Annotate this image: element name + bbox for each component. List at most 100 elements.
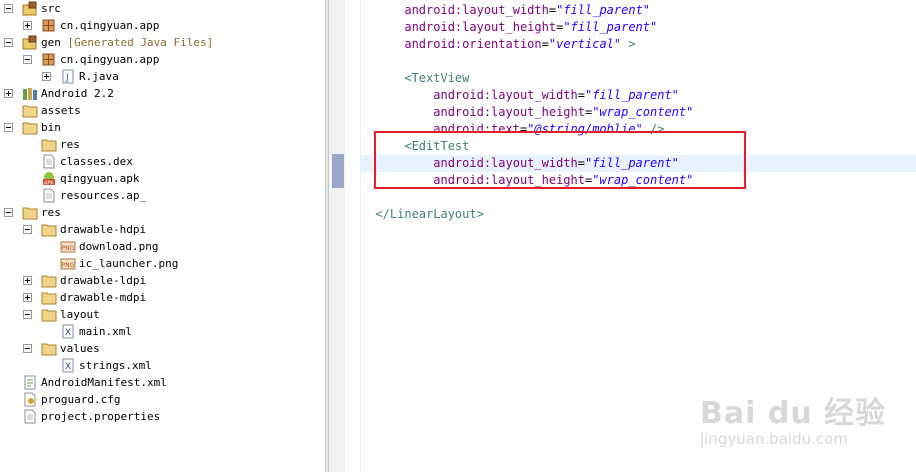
xml-tag: </LinearLayout> [375, 207, 484, 221]
xml-attribute: android:layout_height [433, 105, 585, 119]
tree-item[interactable]: assets [0, 102, 325, 119]
svg-text:X: X [65, 328, 71, 338]
expand-icon[interactable] [42, 72, 51, 81]
folder-icon [41, 222, 57, 237]
tree-item-label: resources.ap_ [60, 189, 147, 202]
tree-item[interactable]: gen [Generated Java Files] [0, 34, 325, 51]
watermark-brand: Bai du 经验 [700, 396, 887, 431]
package-icon [41, 52, 57, 67]
tree-item[interactable]: cn.qingyuan.app [0, 51, 325, 68]
overview-ruler[interactable] [329, 0, 345, 472]
collapse-icon[interactable] [23, 344, 32, 353]
xml-attribute-value: "fill_parent" [584, 88, 679, 102]
xml-file-icon: X [60, 324, 76, 339]
code-line[interactable]: android:layout_width="fill_parent" [361, 2, 916, 19]
tree-item-label: strings.xml [79, 359, 152, 372]
xml-attribute-value: "vertical" [548, 37, 622, 51]
tree-item[interactable]: drawable-mdpi [0, 289, 325, 306]
tree-item[interactable]: layout [0, 306, 325, 323]
folder-icon [41, 307, 57, 322]
tree-item-label: drawable-mdpi [60, 291, 147, 304]
tree-item[interactable]: cn.qingyuan.app [0, 17, 325, 34]
tree-item-label: project.properties [41, 410, 161, 423]
tree-item-label: cn.qingyuan.app [60, 53, 160, 66]
source-folder-icon [22, 35, 38, 50]
tree-item-decoration: [Generated Java Files] [60, 36, 214, 49]
package-explorer: src cn.qingyuan.app gen [Generated Java Fi… [0, 0, 325, 472]
xml-attribute: android:orientation [404, 37, 542, 51]
svg-text:J: J [65, 73, 69, 83]
folder-icon [41, 341, 57, 356]
tree-item[interactable]: Xmain.xml [0, 323, 325, 340]
manifest-icon [22, 375, 38, 390]
tree-item[interactable]: drawable-hdpi [0, 221, 325, 238]
expand-icon[interactable] [23, 21, 32, 30]
code-line[interactable] [361, 189, 916, 206]
collapse-icon[interactable] [4, 38, 13, 47]
tree-item-label: R.java [79, 70, 119, 83]
collapse-icon[interactable] [23, 310, 32, 319]
collapse-icon[interactable] [23, 225, 32, 234]
code-line[interactable]: android:orientation="vertical" > [361, 36, 916, 53]
xml-attribute: android:layout_height [404, 20, 557, 34]
tree-item[interactable]: res [0, 204, 325, 221]
svg-text:APK: APK [44, 181, 54, 187]
java-file-icon: J [60, 69, 76, 84]
tree-item-label: res [41, 206, 61, 219]
tree-item[interactable]: proguard.cfg [0, 391, 325, 408]
tree-item[interactable]: classes.dex [0, 153, 325, 170]
tree-item[interactable]: values [0, 340, 325, 357]
tree-item[interactable]: project.properties [0, 408, 325, 425]
tree-item[interactable]: resources.ap_ [0, 187, 325, 204]
tree-item[interactable]: AndroidManifest.xml [0, 374, 325, 391]
collapse-icon[interactable] [23, 55, 32, 64]
tree-item[interactable]: PNG download.png [0, 238, 325, 255]
tree-item-label: layout [60, 308, 100, 321]
xml-attribute-value: "fill_parent" [563, 20, 658, 34]
tree-item-label: drawable-hdpi [60, 223, 147, 236]
file-icon [22, 409, 38, 424]
code-line[interactable]: <TextView [361, 70, 916, 87]
tree-item[interactable]: PNG ic_launcher.png [0, 255, 325, 272]
expand-icon[interactable] [23, 293, 32, 302]
watermark-site: jingyuan.baidu.com [700, 430, 848, 448]
tree-item[interactable]: drawable-ldpi [0, 272, 325, 289]
code-line[interactable]: android:layout_height="fill_parent" [361, 19, 916, 36]
tree-item[interactable]: Android 2.2 [0, 85, 325, 102]
collapse-icon[interactable] [4, 123, 13, 132]
code-line[interactable]: </LinearLayout> [361, 206, 916, 223]
tree-item-label: bin [41, 121, 61, 134]
source-folder-icon [22, 1, 38, 16]
tree-item[interactable]: APK qingyuan.apk [0, 170, 325, 187]
expand-icon[interactable] [23, 276, 32, 285]
tree-item-label: Android 2.2 [41, 87, 114, 100]
png-image-icon: PNG [60, 256, 76, 271]
tree-item-label: main.xml [79, 325, 132, 338]
collapse-icon[interactable] [4, 4, 13, 13]
code-line[interactable]: android:layout_width="fill_parent" [361, 87, 916, 104]
file-icon [41, 154, 57, 169]
scroll-position-marker[interactable] [332, 154, 344, 188]
tree-item-label: drawable-ldpi [60, 274, 147, 287]
tree-item-label: assets [41, 104, 81, 117]
xml-tag: <TextView [404, 71, 470, 85]
code-line[interactable] [361, 53, 916, 70]
editor-gutter [345, 0, 361, 472]
tree-item[interactable]: J R.java [0, 68, 325, 85]
code-line[interactable]: android:layout_height="wrap_content" [361, 104, 916, 121]
expand-icon[interactable] [4, 89, 13, 98]
tree-item[interactable]: res [0, 136, 325, 153]
tree-item[interactable]: src [0, 0, 325, 17]
tree-item-label: proguard.cfg [41, 393, 121, 406]
tree-item-label: AndroidManifest.xml [41, 376, 167, 389]
svg-text:X: X [65, 362, 71, 372]
tree-item-label: classes.dex [60, 155, 133, 168]
tree-item[interactable]: bin [0, 119, 325, 136]
collapse-icon[interactable] [4, 208, 13, 217]
folder-icon [22, 103, 38, 118]
folder-icon [41, 137, 57, 152]
tree-item-label: download.png [79, 240, 159, 253]
tree-item[interactable]: Xstrings.xml [0, 357, 325, 374]
tree-item-label: src [41, 2, 61, 15]
svg-text:PNG: PNG [62, 262, 75, 269]
